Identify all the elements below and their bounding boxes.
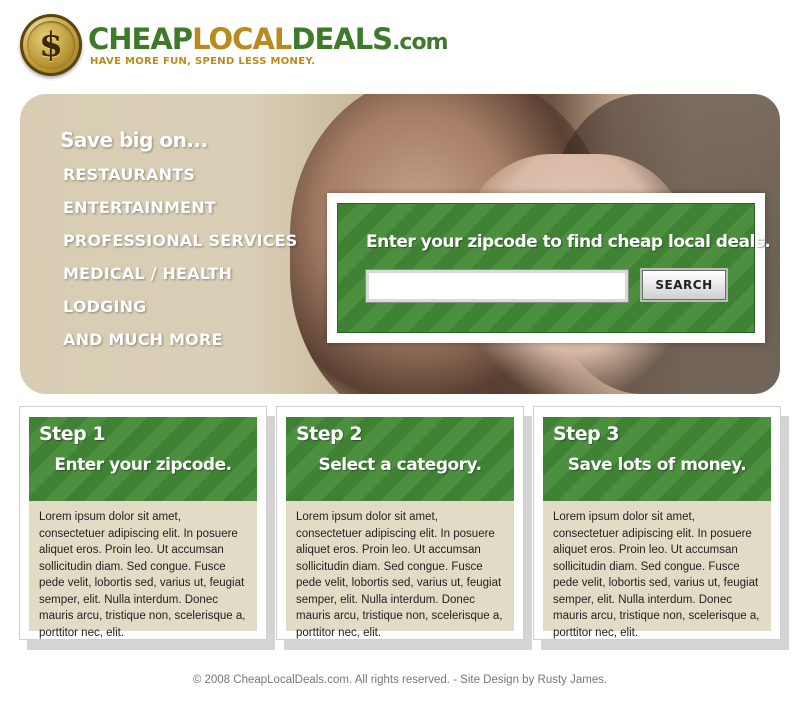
step-number: Step 3	[553, 423, 620, 445]
step-description: Lorem ipsum dolor sit amet, consectetuer…	[543, 501, 771, 639]
category-item: LODGING	[63, 297, 147, 316]
search-card: Enter your zipcode to find cheap local d…	[327, 193, 771, 343]
hero-heading: Save big on...	[60, 128, 208, 152]
search-panel: Enter your zipcode to find cheap local d…	[337, 203, 771, 333]
footer-copyright: © 2008 CheapLocalDeals.com. All rights r…	[192, 674, 608, 686]
step-subtitle: Enter your zipcode.	[54, 455, 232, 475]
step-number: Step 2	[296, 423, 363, 445]
site-logo[interactable]: $ CHEAPLOCALDEALS.com HAVE MORE FUN, SPE…	[20, 14, 449, 78]
step-header: Step 3 Save lots of money.	[543, 417, 771, 501]
dollar-coin-icon: $	[20, 14, 82, 76]
step-subtitle: Select a category.	[318, 455, 482, 475]
brand-name: CHEAPLOCALDEALS.com	[88, 22, 449, 56]
step-header: Step 1 Enter your zipcode.	[29, 417, 257, 501]
step-description: Lorem ipsum dolor sit amet, consectetuer…	[286, 501, 514, 639]
step-description: Lorem ipsum dolor sit amet, consectetuer…	[29, 501, 257, 639]
step-2-card: Step 2 Select a category. Lorem ipsum do…	[276, 406, 524, 640]
search-title: Enter your zipcode to find cheap local d…	[366, 232, 771, 252]
category-item: PROFESSIONAL SERVICES	[63, 231, 298, 250]
step-number: Step 1	[39, 423, 106, 445]
category-item: ENTERTAINMENT	[63, 198, 216, 217]
search-button[interactable]: SEARCH	[642, 270, 726, 300]
zipcode-input[interactable]	[365, 269, 629, 303]
step-subtitle: Save lots of money.	[567, 455, 747, 475]
step-header: Step 2 Select a category.	[286, 417, 514, 501]
category-item: MEDICAL / HEALTH	[63, 264, 233, 283]
brand-part-com: .com	[392, 30, 448, 55]
step-1-card: Step 1 Enter your zipcode. Lorem ipsum d…	[19, 406, 267, 640]
dollar-sign: $	[39, 25, 63, 65]
brand-part-cheap: CHEAP	[88, 22, 193, 56]
brand-part-local: LOCAL	[192, 22, 292, 56]
tagline: HAVE MORE FUN, SPEND LESS MONEY.	[90, 56, 316, 67]
category-item: AND MUCH MORE	[63, 330, 223, 349]
step-3-card: Step 3 Save lots of money. Lorem ipsum d…	[533, 406, 781, 640]
category-item: RESTAURANTS	[63, 165, 196, 184]
category-list: RESTAURANTS ENTERTAINMENT PROFESSIONAL S…	[63, 164, 297, 362]
brand-part-deals: DEALS	[291, 22, 393, 56]
